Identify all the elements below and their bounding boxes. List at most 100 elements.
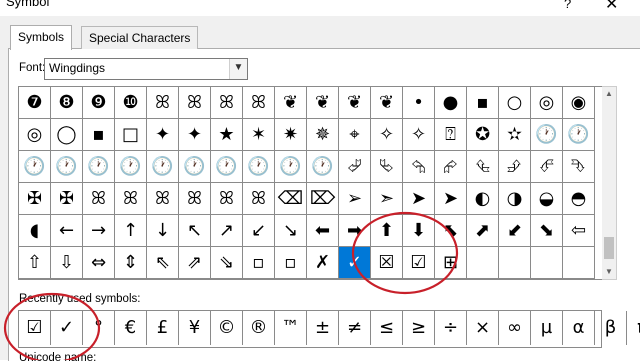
symbol-cell[interactable]: 🕐 xyxy=(19,151,51,183)
symbol-cell[interactable]: ◒ xyxy=(531,183,563,215)
scrollbar-thumb[interactable] xyxy=(604,237,614,259)
symbol-cell[interactable]: ⇘ xyxy=(211,247,243,279)
symbol-cell[interactable]: 🕐 xyxy=(83,151,115,183)
symbol-cell[interactable] xyxy=(467,247,499,279)
symbol-cell[interactable]: ❦ xyxy=(275,87,307,119)
recent-symbol[interactable]: ÷ xyxy=(435,311,467,345)
recent-symbol[interactable]: ® xyxy=(243,311,275,345)
symbol-cell[interactable]: ꕤ xyxy=(147,183,179,215)
symbol-cell[interactable]: ◐ xyxy=(467,183,499,215)
tab-special-characters[interactable]: Special Characters xyxy=(81,26,199,49)
symbol-cell[interactable]: ⬊ xyxy=(531,215,563,247)
symbol-cell[interactable]: 🕐 xyxy=(115,151,147,183)
symbol-cell[interactable]: ✵ xyxy=(307,119,339,151)
symbol-cell[interactable]: ꕤ xyxy=(243,87,275,119)
symbol-cell[interactable] xyxy=(563,247,595,279)
symbol-cell[interactable]: ◖ xyxy=(19,215,51,247)
recent-symbol[interactable]: © xyxy=(211,311,243,345)
symbol-cell[interactable]: 🕐 xyxy=(179,151,211,183)
symbol-cell[interactable]: ☑ xyxy=(403,247,435,279)
symbol-cell[interactable]: ◎ xyxy=(19,119,51,151)
symbol-cell[interactable]: ⊞ xyxy=(435,247,467,279)
symbol-cell[interactable]: ↗ xyxy=(211,215,243,247)
symbol-cell[interactable]: ꕤ xyxy=(115,183,147,215)
symbol-cell[interactable]: ✦ xyxy=(147,119,179,151)
symbol-cell[interactable]: ⌫ xyxy=(275,183,307,215)
symbol-cell[interactable]: ➣ xyxy=(371,183,403,215)
symbol-cell[interactable]: ▪ xyxy=(467,87,499,119)
symbol-cell[interactable]: ⮲ xyxy=(403,151,435,183)
symbol-cell[interactable]: ⮵ xyxy=(499,151,531,183)
symbol-cell[interactable]: ⮶ xyxy=(531,151,563,183)
symbol-cell[interactable]: ꕤ xyxy=(243,183,275,215)
symbol-cell[interactable]: ⌦ xyxy=(307,183,339,215)
symbol-cell[interactable]: ✗ xyxy=(307,247,339,279)
symbol-cell[interactable]: ❦ xyxy=(307,87,339,119)
symbol-cell[interactable]: ◑ xyxy=(499,183,531,215)
symbol-cell[interactable]: • xyxy=(403,87,435,119)
symbol-cell[interactable]: 🕐 xyxy=(211,151,243,183)
symbol-cell[interactable]: ❿ xyxy=(115,87,147,119)
symbol-cell[interactable]: 🕐 xyxy=(275,151,307,183)
symbol-cell[interactable]: ◓ xyxy=(563,183,595,215)
symbol-cell[interactable]: ꕤ xyxy=(83,183,115,215)
recent-symbol[interactable]: ¥ xyxy=(179,311,211,345)
scroll-up-icon[interactable]: ▲ xyxy=(602,87,616,101)
symbol-cell[interactable]: ○ xyxy=(499,87,531,119)
symbol-cell[interactable]: 🕐 xyxy=(243,151,275,183)
symbol-cell[interactable]: ➡ xyxy=(339,215,371,247)
symbol-cell[interactable]: ✓ xyxy=(339,247,371,279)
symbol-cell[interactable]: ⮴ xyxy=(467,151,499,183)
recent-symbol[interactable]: ° xyxy=(83,311,115,345)
symbol-cell[interactable]: ⮳ xyxy=(435,151,467,183)
symbol-cell[interactable]: ❽ xyxy=(51,87,83,119)
symbol-cell[interactable]: ➤ xyxy=(403,183,435,215)
symbol-cell[interactable]: ↘ xyxy=(275,215,307,247)
symbol-cell[interactable]: ☒ xyxy=(371,247,403,279)
symbol-cell[interactable]: ↙ xyxy=(243,215,275,247)
scroll-down-icon[interactable]: ▼ xyxy=(602,265,616,279)
recent-symbol[interactable]: π xyxy=(627,311,640,345)
symbol-cell[interactable]: ⬋ xyxy=(499,215,531,247)
symbol-cell[interactable]: 🕐 xyxy=(51,151,83,183)
recent-symbol[interactable]: £ xyxy=(147,311,179,345)
close-button[interactable]: ✕ xyxy=(605,0,618,14)
symbol-cell[interactable]: ▫ xyxy=(243,247,275,279)
tab-symbols[interactable]: Symbols xyxy=(10,25,73,50)
recent-symbol[interactable]: ™ xyxy=(275,311,307,345)
symbol-cell[interactable]: ⮷ xyxy=(563,151,595,183)
symbol-cell[interactable]: ꕤ xyxy=(147,87,179,119)
symbol-cell[interactable]: ❼ xyxy=(19,87,51,119)
symbol-cell[interactable]: ⌖ xyxy=(339,119,371,151)
symbol-cell[interactable]: ⇖ xyxy=(147,247,179,279)
symbol-cell[interactable]: ➤ xyxy=(435,183,467,215)
help-button[interactable]: ? xyxy=(564,0,571,11)
recent-symbol[interactable]: ✓ xyxy=(51,311,83,345)
symbol-cell[interactable]: ❾ xyxy=(83,87,115,119)
recent-symbol[interactable]: ☑ xyxy=(19,311,51,345)
symbol-cell[interactable]: ● xyxy=(435,87,467,119)
symbol-cell[interactable]: ▪ xyxy=(83,119,115,151)
symbol-cell[interactable]: ★ xyxy=(211,119,243,151)
recent-symbol[interactable]: α xyxy=(563,311,595,345)
symbol-cell[interactable]: ⇦ xyxy=(563,215,595,247)
symbol-cell[interactable]: □ xyxy=(115,119,147,151)
symbol-cell[interactable]: ⍰ xyxy=(435,119,467,151)
symbol-cell[interactable]: ⇕ xyxy=(115,247,147,279)
symbol-cell[interactable]: ▫ xyxy=(275,247,307,279)
symbol-cell[interactable]: ⇧ xyxy=(19,247,51,279)
symbol-cell[interactable]: ✶ xyxy=(243,119,275,151)
symbol-cell[interactable]: ❦ xyxy=(371,87,403,119)
symbol-cell[interactable]: ✦ xyxy=(179,119,211,151)
symbol-cell[interactable]: ✫ xyxy=(499,119,531,151)
symbol-cell[interactable]: 🕐 xyxy=(531,119,563,151)
symbol-cell[interactable]: ◉ xyxy=(563,87,595,119)
symbol-cell[interactable]: ✪ xyxy=(467,119,499,151)
symbol-cell[interactable]: ꕤ xyxy=(211,183,243,215)
recent-symbol[interactable]: ± xyxy=(307,311,339,345)
recent-symbol[interactable]: € xyxy=(115,311,147,345)
symbol-cell[interactable]: ➢ xyxy=(339,183,371,215)
symbol-cell[interactable]: ✷ xyxy=(275,119,307,151)
symbol-cell[interactable]: ↓ xyxy=(147,215,179,247)
symbol-cell[interactable]: ← xyxy=(51,215,83,247)
